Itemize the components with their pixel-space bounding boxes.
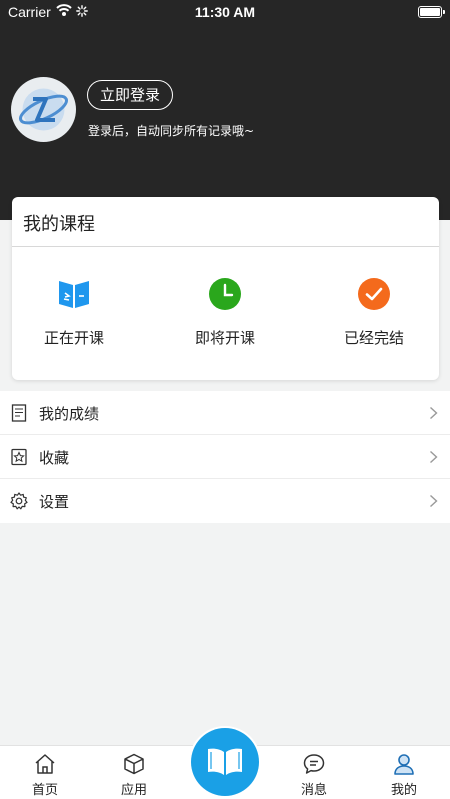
course-upcoming-label: 即将开课 bbox=[194, 329, 255, 347]
report-icon bbox=[11, 404, 27, 422]
tab-messages-label: 消息 bbox=[300, 783, 327, 798]
login-button[interactable]: 立即登录 bbox=[87, 80, 174, 110]
battery-icon bbox=[418, 6, 445, 18]
my-courses-card: 我的课程 正在开课 即将开课 已经完结 bbox=[12, 197, 439, 380]
home-icon bbox=[35, 754, 55, 774]
login-hint: 登录后，自动同步所有记录哦~ bbox=[88, 124, 255, 138]
tab-mine-label: 我的 bbox=[390, 783, 417, 798]
tab-home[interactable]: 首页 bbox=[15, 752, 75, 798]
menu-item-favorites-label: 收藏 bbox=[39, 449, 70, 467]
logo-icon bbox=[19, 88, 68, 131]
chevron-right-icon bbox=[430, 406, 438, 420]
menu-item-settings-label: 设置 bbox=[39, 493, 70, 511]
tab-apps-label: 应用 bbox=[120, 783, 147, 798]
course-ongoing[interactable]: 正在开课 bbox=[14, 277, 134, 348]
my-courses-title: 我的课程 bbox=[23, 214, 95, 235]
cube-icon bbox=[124, 753, 144, 775]
course-finished[interactable]: 已经完结 bbox=[314, 277, 434, 348]
course-upcoming[interactable]: 即将开课 bbox=[165, 277, 285, 348]
tab-messages[interactable]: 消息 bbox=[284, 752, 344, 798]
menu-item-grades-label: 我的成绩 bbox=[39, 405, 100, 423]
settings-menu: 我的成绩 收藏 设置 bbox=[0, 391, 450, 523]
book-icon bbox=[59, 281, 89, 308]
divider bbox=[12, 246, 439, 247]
avatar[interactable] bbox=[11, 77, 76, 142]
tab-mine[interactable]: 我的 bbox=[374, 752, 434, 798]
status-time: 11:30 AM bbox=[194, 4, 256, 20]
chevron-right-icon bbox=[430, 494, 438, 508]
course-finished-label: 已经完结 bbox=[343, 329, 404, 347]
clock-icon bbox=[209, 278, 241, 310]
profile-header: 立即登录 登录后，自动同步所有记录哦~ bbox=[0, 24, 450, 220]
center-library-button[interactable] bbox=[189, 726, 261, 798]
chevron-right-icon bbox=[430, 450, 438, 464]
user-icon bbox=[394, 754, 414, 775]
menu-item-grades[interactable]: 我的成绩 bbox=[0, 391, 450, 435]
menu-item-favorites[interactable]: 收藏 bbox=[0, 435, 450, 479]
tab-apps[interactable]: 应用 bbox=[104, 752, 164, 798]
message-icon bbox=[303, 754, 325, 774]
course-ongoing-label: 正在开课 bbox=[43, 329, 104, 347]
tab-home-label: 首页 bbox=[31, 783, 58, 798]
star-icon bbox=[11, 448, 27, 466]
menu-item-settings[interactable]: 设置 bbox=[0, 479, 450, 523]
check-icon bbox=[358, 278, 390, 310]
open-book-icon bbox=[208, 748, 242, 775]
status-bar: Carrier 11:30 AM bbox=[0, 0, 450, 24]
gear-icon bbox=[10, 492, 28, 510]
